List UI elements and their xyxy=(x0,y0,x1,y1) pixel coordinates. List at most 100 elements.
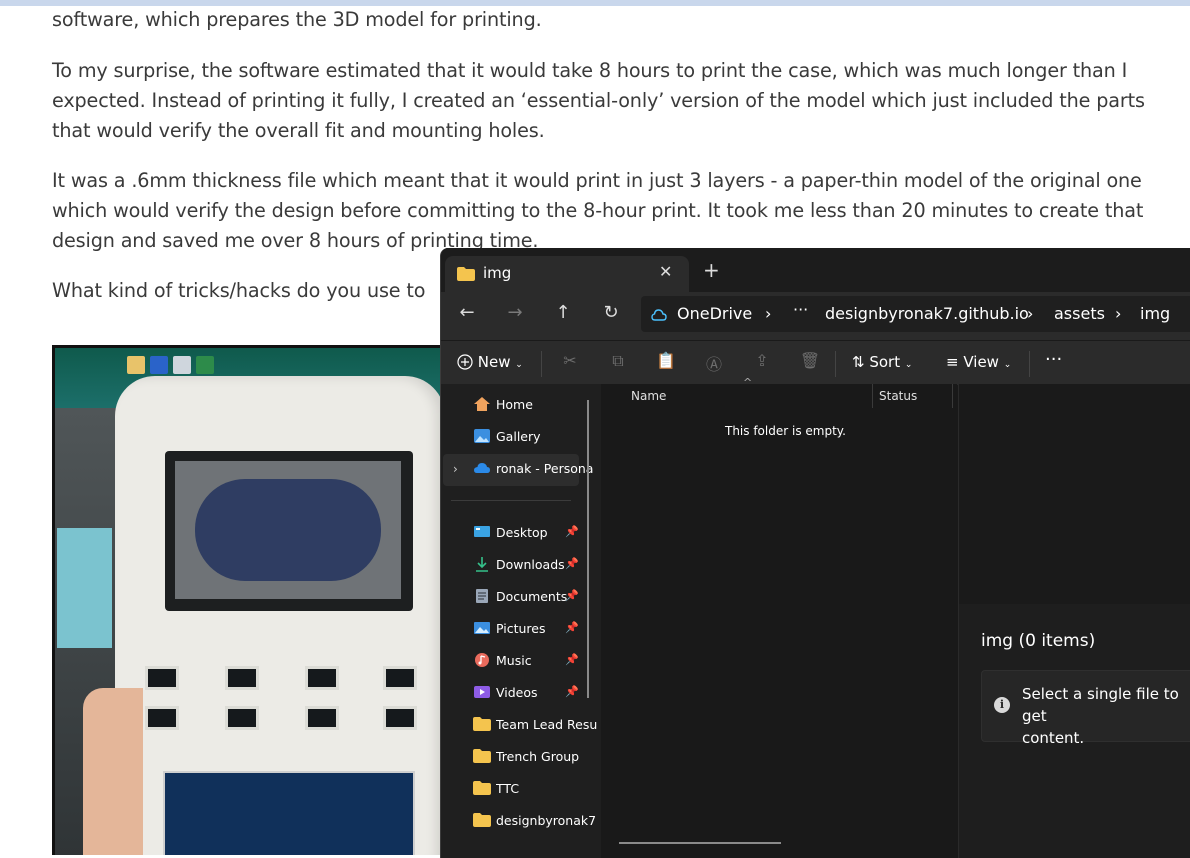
close-tab-icon[interactable]: ✕ xyxy=(659,262,672,281)
document-icon xyxy=(473,588,491,604)
tab-title: img xyxy=(483,264,512,282)
file-explorer-window: img ✕ + ← → ↑ ↻ OneDrive › ··· designbyr… xyxy=(440,248,1190,858)
folder-icon xyxy=(473,716,491,732)
view-button[interactable]: ≡ View ⌄ xyxy=(946,353,1011,371)
more-options-button[interactable]: ··· xyxy=(1045,349,1062,370)
sidebar-item-label: Videos xyxy=(496,685,538,700)
breadcrumb-separator: › xyxy=(1115,304,1122,323)
pin-icon: 📌 xyxy=(565,525,579,538)
sidebar-item-downloads[interactable]: Downloads 📌 xyxy=(473,554,601,578)
sidebar-item-label: Pictures xyxy=(496,621,546,636)
chevron-right-icon[interactable]: › xyxy=(453,462,458,476)
folder-icon xyxy=(473,780,491,796)
breadcrumb-onedrive[interactable]: OneDrive xyxy=(677,304,752,323)
rename-icon[interactable]: Ⓐ xyxy=(702,351,726,375)
address-bar[interactable]: OneDrive › ··· designbyronak7.github.io … xyxy=(641,296,1190,332)
sort-button[interactable]: ⇅ Sort ⌄ xyxy=(852,353,912,371)
tab-img[interactable]: img ✕ xyxy=(445,256,689,292)
sidebar-item-label: Trench Group xyxy=(496,749,580,764)
pictures-icon xyxy=(473,620,491,636)
column-divider[interactable] xyxy=(872,384,873,408)
sidebar-item-gallery[interactable]: Gallery xyxy=(473,426,601,450)
forward-arrow-icon[interactable]: → xyxy=(501,302,529,323)
photo-desktop-icons xyxy=(127,356,214,374)
breadcrumb-repo[interactable]: designbyronak7.github.io xyxy=(825,304,1029,323)
article-paragraph: software, which prepares the 3D model fo… xyxy=(52,8,542,31)
sidebar-item-documents[interactable]: Documents 📌 xyxy=(473,586,601,610)
sidebar-item-team-lead-resume[interactable]: Team Lead Resu xyxy=(473,714,601,738)
up-arrow-icon[interactable]: ↑ xyxy=(549,302,577,323)
sidebar-item-desktop[interactable]: Desktop 📌 xyxy=(473,522,601,546)
navigation-pane: › Home Gallery ronak - Persona Desktop 📌… xyxy=(441,384,601,858)
sidebar-item-label: Downloads xyxy=(496,557,565,572)
article-paragraph: It was a .6mm thickness file which meant… xyxy=(52,169,1144,252)
videos-icon xyxy=(473,684,491,700)
column-header-name[interactable]: Name xyxy=(631,389,666,403)
breadcrumb-ellipsis[interactable]: ··· xyxy=(793,300,808,319)
photo-lcd-frame xyxy=(165,451,413,611)
sidebar-item-music[interactable]: Music 📌 xyxy=(473,650,601,674)
folder-icon xyxy=(473,748,491,764)
new-button-label: New xyxy=(477,353,511,371)
delete-icon[interactable]: 🗑 xyxy=(798,351,822,370)
sidebar-item-designbyronak7[interactable]: designbyronak7 xyxy=(473,810,601,834)
navigation-bar: ← → ↑ ↻ OneDrive › ··· designbyronak7.gi… xyxy=(441,292,1190,340)
pin-icon: 📌 xyxy=(565,653,579,666)
sort-button-label: Sort xyxy=(869,353,901,371)
chevron-down-icon: ⌄ xyxy=(1003,360,1012,370)
sidebar-item-pictures[interactable]: Pictures 📌 xyxy=(473,618,601,642)
new-button[interactable]: New ⌄ xyxy=(457,353,523,371)
music-icon xyxy=(473,652,491,668)
share-icon[interactable]: ⇪ xyxy=(750,351,774,370)
sidebar-item-label: ronak - Persona xyxy=(496,461,594,476)
tab-bar: img ✕ + xyxy=(441,248,1190,292)
sidebar-item-label: TTC xyxy=(496,781,520,796)
paste-icon[interactable]: 📋 xyxy=(654,351,678,370)
cut-icon[interactable]: ✂ xyxy=(558,351,582,370)
command-bar: New ⌄ ✂ ⧉ 📋 Ⓐ ⇪ 🗑 ⇅ Sort ⌄ ≡ View ⌄ ··· xyxy=(441,340,1190,385)
chevron-down-icon: ⌄ xyxy=(904,360,913,370)
new-tab-button[interactable]: + xyxy=(703,258,720,282)
copy-icon[interactable]: ⧉ xyxy=(606,351,630,371)
pin-icon: 📌 xyxy=(565,685,579,698)
column-divider[interactable] xyxy=(952,384,953,408)
article-photo xyxy=(52,345,452,855)
folder-icon xyxy=(457,266,475,285)
sidebar-scrollbar[interactable] xyxy=(587,400,589,698)
sidebar-item-videos[interactable]: Videos 📌 xyxy=(473,682,601,706)
sort-icon: ⇅ xyxy=(852,353,865,371)
gallery-icon xyxy=(473,428,491,444)
sidebar-item-label: Documents xyxy=(496,589,568,604)
cloud-icon xyxy=(651,306,667,325)
breadcrumb-separator: › xyxy=(765,304,772,323)
sidebar-item-label: designbyronak7 xyxy=(496,813,597,828)
details-preview-area xyxy=(959,384,1190,604)
photo-hand xyxy=(83,688,143,855)
sidebar-divider xyxy=(451,500,571,501)
sidebar-item-ttc[interactable]: TTC xyxy=(473,778,601,802)
folder-icon xyxy=(473,812,491,828)
column-header-status[interactable]: Status xyxy=(879,389,917,403)
view-button-label: View xyxy=(963,353,999,371)
sidebar-item-trench-group[interactable]: Trench Group xyxy=(473,746,601,770)
sort-caret-icon: ^ xyxy=(743,376,753,389)
plus-circle-icon xyxy=(457,354,473,370)
download-icon xyxy=(473,556,491,572)
cloud-icon xyxy=(473,460,491,476)
breadcrumb-assets[interactable]: assets xyxy=(1054,304,1105,323)
sidebar-item-home[interactable]: Home xyxy=(473,394,601,418)
sidebar-item-label: Gallery xyxy=(496,429,541,444)
back-arrow-icon[interactable]: ← xyxy=(453,302,481,323)
breadcrumb-img[interactable]: img xyxy=(1140,304,1170,323)
sidebar-item-onedrive[interactable]: ronak - Persona xyxy=(473,458,601,482)
pin-icon: 📌 xyxy=(565,557,579,570)
details-info-card: i Select a single file to get content. xyxy=(981,670,1190,747)
photo-circuit-board xyxy=(163,771,415,855)
photo-teal-object xyxy=(57,528,112,648)
pin-icon: 📌 xyxy=(565,621,579,634)
horizontal-scrollbar[interactable] xyxy=(619,842,781,844)
pin-icon: 📌 xyxy=(565,589,579,602)
breadcrumb-separator: › xyxy=(1027,304,1034,323)
refresh-icon[interactable]: ↻ xyxy=(597,302,625,323)
sidebar-item-label: Team Lead Resu xyxy=(496,717,598,732)
